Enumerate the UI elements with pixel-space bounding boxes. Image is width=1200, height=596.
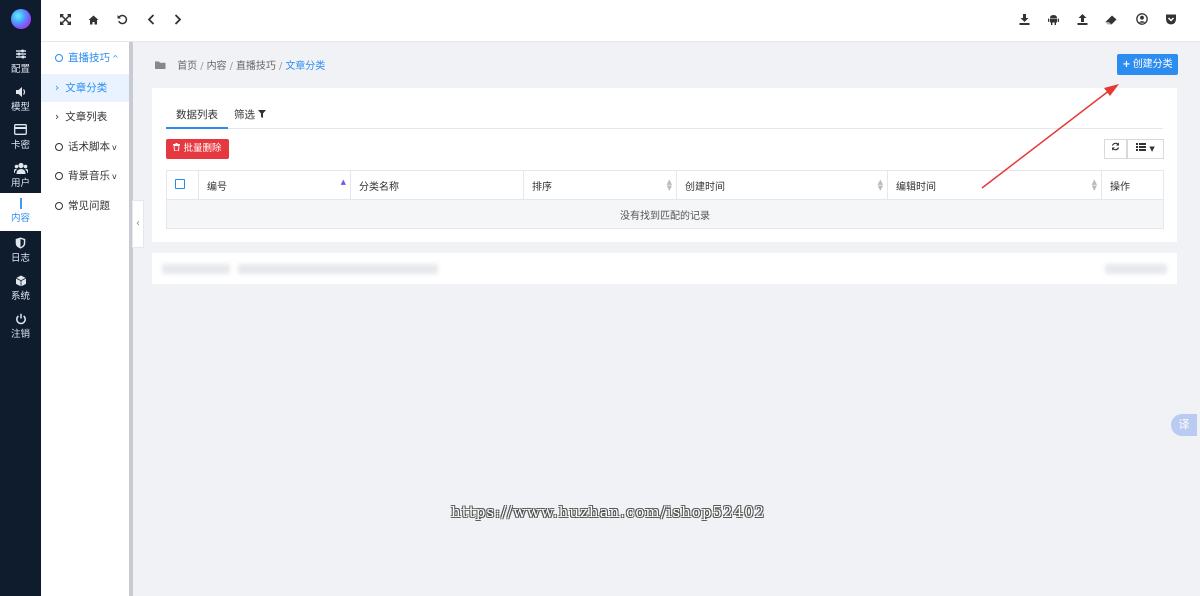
- watermark-text: https://www.huzhan.com/ishop52402: [451, 503, 766, 521]
- translate-button[interactable]: 译: [1171, 414, 1197, 436]
